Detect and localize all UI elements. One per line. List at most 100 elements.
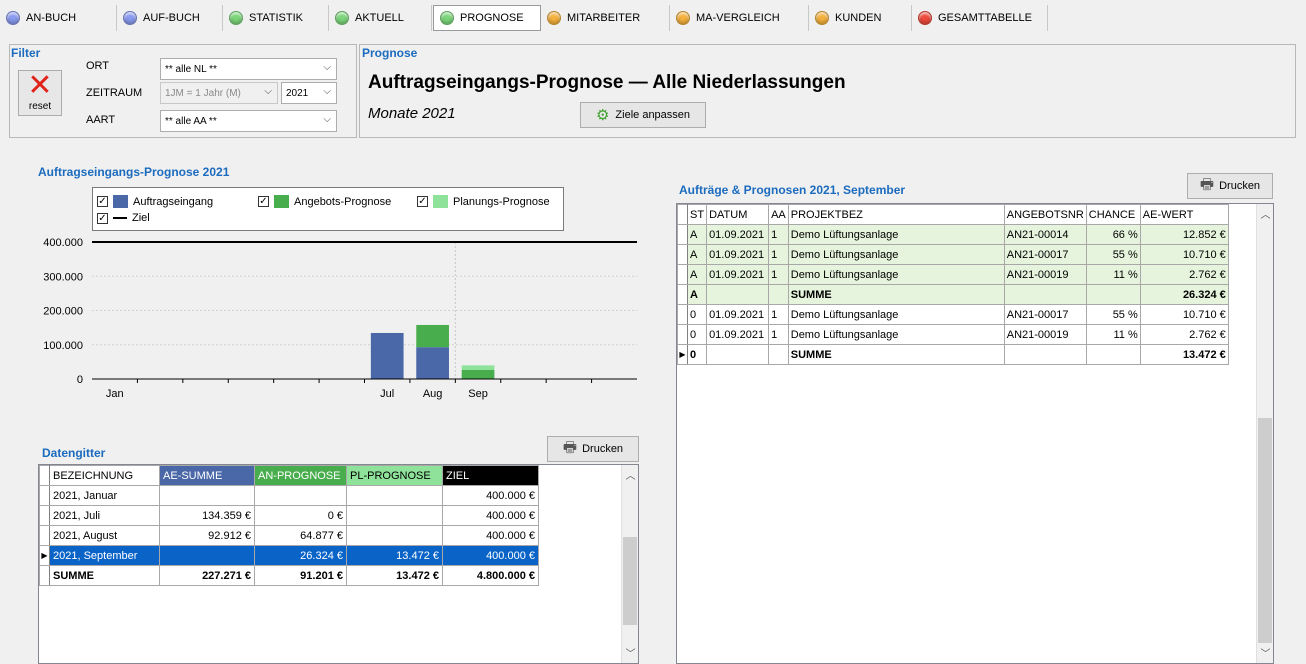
legend-item-ziel[interactable]: ✓ Ziel	[97, 212, 150, 224]
table-cell: 1	[768, 264, 789, 285]
tab-an-buch[interactable]: AN-BUCH	[0, 5, 117, 31]
table-row[interactable]: 0 01.09.2021 1 Demo Lüftungsanlage AN21-0001…	[677, 304, 1229, 325]
x-tick-label: Sep	[468, 388, 488, 400]
zeitraum-label: ZEITRAUM	[86, 87, 143, 99]
table-cell: 26.324 €	[254, 545, 347, 566]
tab-auf-buch[interactable]: AUF-BUCH	[117, 5, 223, 31]
column-header: AE-WERT	[1139, 204, 1229, 225]
table-row[interactable]: 0 01.09.2021 1 Demo Lüftungsanlage AN21-0001…	[677, 324, 1229, 345]
tab-label: AKTUELL	[355, 12, 404, 24]
legend-item-angebots-prognose[interactable]: ✓ Angebots-Prognose	[258, 195, 391, 208]
reset-button[interactable]: ✕ reset	[18, 70, 62, 116]
bar-planungs-prognose	[461, 365, 495, 370]
legend-label: Ziel	[132, 212, 150, 224]
datengitter-print-button[interactable]: 🖶 Drucken	[547, 436, 639, 462]
scroll-down-icon[interactable]: ﹀	[1257, 645, 1274, 661]
status-dot-icon	[6, 11, 20, 25]
scroll-thumb[interactable]	[623, 537, 637, 625]
table-cell	[1085, 284, 1141, 305]
table-cell: 92.912 €	[159, 525, 255, 546]
table-cell: 2.762 €	[1139, 264, 1229, 285]
table-cell: Demo Lüftungsanlage	[787, 244, 1005, 265]
auftraege-grid[interactable]: ST DATUM AA PROJEKTBEZ ANGEBOTSNR CHANCE AE-WE…	[676, 203, 1274, 664]
datengitter-grid[interactable]: BEZEICHNUNG AE-SUMME AN-PROGNOSE PL-PROGNOS…	[38, 464, 639, 664]
tab-mitarbeiter[interactable]: MITARBEITER	[541, 5, 670, 31]
scroll-up-icon[interactable]: ︿	[622, 467, 639, 483]
table-cell: 1	[768, 304, 789, 325]
table-row[interactable]: SUMME 227.271 €91.201 €13.472 €4.800.000 …	[39, 565, 539, 586]
table-cell: 12.852 €	[1139, 224, 1229, 245]
table-row[interactable]: A 01.09.2021 1 Demo Lüftungsanlage AN21-0001…	[677, 244, 1229, 265]
tab-prognose[interactable]: PROGNOSE	[433, 5, 541, 31]
auftraege-print-button[interactable]: 🖶 Drucken	[1187, 173, 1273, 199]
table-row[interactable]: A 01.09.2021 1 Demo Lüftungsanlage AN21-0001…	[677, 224, 1229, 245]
scroll-thumb[interactable]	[1258, 418, 1272, 643]
table-cell: 0 €	[254, 505, 347, 526]
y-tick-label: 200.000	[43, 306, 83, 318]
table-cell: 13.472 €	[346, 545, 443, 566]
ziele-anpassen-button[interactable]: ⚙ Ziele anpassen	[580, 102, 706, 128]
table-cell: 11 %	[1085, 264, 1141, 285]
row-indicator	[677, 224, 688, 245]
ort-label: ORT	[86, 60, 110, 72]
table-cell: 01.09.2021	[706, 224, 770, 245]
auftraege-scrollbar[interactable]: ︿ ﹀	[1256, 204, 1273, 663]
tab-statistik[interactable]: STATISTIK	[223, 5, 329, 31]
table-row[interactable]: 2021, Januar 400.000 €	[39, 485, 539, 506]
scroll-down-icon[interactable]: ﹀	[622, 645, 639, 661]
legend-item-auftragseingang[interactable]: ✓ Auftragseingang	[97, 195, 213, 208]
table-cell: 01.09.2021	[706, 304, 770, 325]
table-row[interactable]: ▶ 2021, September 26.324 €13.472 €400.000 …	[39, 545, 539, 566]
tab-ma-vergleich[interactable]: MA-VERGLEICH	[670, 5, 809, 31]
row-indicator	[677, 304, 688, 325]
tab-aktuell[interactable]: AKTUELL	[329, 5, 432, 31]
table-cell	[159, 545, 255, 566]
table-cell: 11 %	[1085, 324, 1141, 345]
table-cell: A	[686, 224, 708, 245]
column-header: ZIEL	[442, 465, 539, 486]
column-header: AA	[768, 204, 789, 225]
column-header: PROJEKTBEZ	[787, 204, 1005, 225]
legend-line-swatch	[113, 217, 127, 219]
legend-item-planungs-prognose[interactable]: ✓ Planungs-Prognose	[417, 195, 550, 208]
table-cell	[706, 344, 770, 365]
scroll-up-icon[interactable]: ︿	[1257, 206, 1274, 222]
ort-select[interactable]: ** alle NL ** ⌵	[160, 58, 337, 80]
table-row[interactable]: ▶ 0 SUMME 13.472 €	[677, 344, 1229, 365]
table-cell: SUMME	[787, 344, 1005, 365]
print-label: Drucken	[1219, 180, 1261, 192]
table-row[interactable]: A SUMME 26.324 €	[677, 284, 1229, 305]
datengitter-scrollbar[interactable]: ︿ ﹀	[621, 465, 638, 663]
table-cell	[346, 505, 443, 526]
row-indicator	[39, 465, 50, 486]
table-cell: 2021, Januar	[49, 485, 160, 506]
table-cell: AN21-00017	[1003, 244, 1087, 265]
tab-label: STATISTIK	[249, 12, 303, 24]
tab-gesamttabelle[interactable]: GESAMTTABELLE	[912, 5, 1048, 31]
datengitter-title: Datengitter	[42, 446, 106, 460]
row-indicator	[677, 204, 688, 225]
legend-swatch	[113, 195, 128, 208]
zeitraum-select[interactable]: 1JM = 1 Jahr (M) ⌵	[160, 82, 278, 104]
table-row[interactable]: 2021, Juli 134.359 €0 € 400.000 €	[39, 505, 539, 526]
y-tick-label: 300.000	[43, 271, 83, 283]
close-icon: ✕	[27, 69, 53, 102]
tab-label: AN-BUCH	[26, 12, 77, 24]
table-cell: 55 %	[1085, 244, 1141, 265]
table-cell: 400.000 €	[442, 505, 539, 526]
status-dot-icon	[815, 11, 829, 25]
aart-select[interactable]: ** alle AA ** ⌵	[160, 110, 337, 132]
aart-label: AART	[86, 114, 116, 126]
year-value: 2021	[286, 87, 309, 99]
tab-kunden[interactable]: KUNDEN	[809, 5, 912, 31]
table-row[interactable]: A 01.09.2021 1 Demo Lüftungsanlage AN21-0001…	[677, 264, 1229, 285]
table-cell: 4.800.000 €	[442, 565, 539, 586]
year-select[interactable]: 2021 ⌵	[281, 82, 337, 104]
table-cell: A	[686, 264, 708, 285]
checkbox-icon: ✓	[258, 196, 269, 207]
table-row[interactable]: 2021, August 92.912 €64.877 € 400.000 €	[39, 525, 539, 546]
table-cell: 64.877 €	[254, 525, 347, 546]
ziele-anpassen-label: Ziele anpassen	[615, 109, 691, 121]
bar-angebots-prognose	[461, 369, 495, 379]
filter-title: Filter	[11, 46, 41, 60]
